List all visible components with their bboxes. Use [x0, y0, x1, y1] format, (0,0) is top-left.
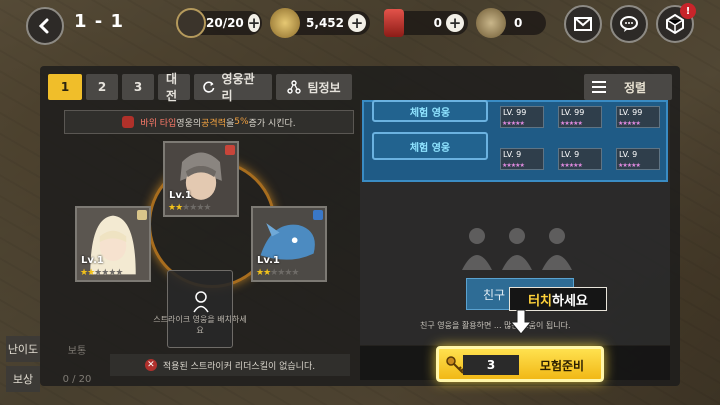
- hero-stars: ★★★★★★: [256, 268, 299, 278]
- buff-end: 증가 시킨다.: [248, 118, 296, 129]
- tab-hero-management[interactable]: 영웅관리: [194, 72, 272, 103]
- trial-hero-card[interactable]: LV. 99 ★★★★★: [500, 106, 544, 128]
- tab-team-3[interactable]: 3: [122, 74, 154, 100]
- type-icon: [137, 210, 147, 220]
- gold-coin-icon: [270, 8, 300, 38]
- trial-hero-card[interactable]: LV. 9 ★★★★★: [500, 148, 544, 170]
- buff-middle: 영웅의: [176, 118, 202, 129]
- tab-team-info-label: 팀정보: [307, 80, 341, 95]
- arrow-left-icon: [38, 18, 49, 34]
- ruby-plus-button[interactable]: +: [446, 14, 464, 32]
- mail-icon: [574, 17, 592, 31]
- tab-battle[interactable]: 대전: [158, 72, 190, 103]
- ready-count: 3: [463, 355, 519, 375]
- difficulty-value: 보통: [67, 345, 87, 357]
- gold-plus-button[interactable]: +: [348, 14, 366, 32]
- buff-stat: 공격력: [201, 118, 226, 129]
- refresh-icon: [203, 81, 215, 93]
- star-empty-icon: ★: [291, 268, 299, 278]
- reward-value: 0 / 20: [62, 373, 92, 385]
- trial-hero-card[interactable]: LV. 9 ★★★★★: [616, 148, 660, 170]
- hero-stars: ★★★★★★: [80, 268, 123, 278]
- medal-pill: 0: [476, 8, 546, 38]
- stamina-pill: 20/20 +: [176, 8, 262, 38]
- notification-badge: !: [680, 3, 696, 19]
- empty-hero-slot[interactable]: [167, 270, 233, 348]
- medal-value: 0: [514, 16, 523, 30]
- mail-button[interactable]: [564, 5, 602, 43]
- team-buff-bar: 바위 타입 영웅의 공격력 을 5% 증가 시킨다.: [64, 110, 354, 134]
- friend-button-label: 친구: [483, 287, 506, 302]
- friend-hint: 친구 영웅을 활용하면 ... 많은 도움이 됩니다.: [420, 321, 571, 330]
- leader-skill-text: 적용된 스트라이커 리더스킬이 없습니다.: [162, 361, 316, 372]
- hero-slot-right[interactable]: Lv.1 ★★★★★★: [251, 206, 327, 282]
- type-icon: [225, 145, 235, 155]
- stage-label: 1 - 1: [74, 11, 125, 32]
- sort-label: 정렬: [624, 80, 647, 95]
- stamina-plus-button[interactable]: +: [247, 14, 261, 32]
- person-icon: [193, 291, 209, 313]
- trial-hero-list: 체험 영웅 체험 영웅 LV. 99 ★★★★★ LV. 99 ★★★★★ LV. …: [362, 100, 668, 182]
- chat-button[interactable]: [610, 5, 648, 43]
- hero-level: Lv.1: [169, 190, 192, 201]
- gold-value: 5,452: [306, 16, 344, 30]
- team-icon: [287, 80, 302, 94]
- trial-hero-card[interactable]: LV. 99 ★★★★★: [616, 106, 660, 128]
- trial-hero-button-2[interactable]: 체험 영웅: [372, 132, 488, 160]
- quest-button[interactable]: !: [656, 3, 696, 43]
- top-bar: 1 - 1 20/20 + 5,452 + 0 + 0 !: [0, 0, 720, 46]
- person-silhouette-icon: [462, 228, 492, 270]
- hero-level: Lv.1: [81, 255, 104, 266]
- tab-team-1[interactable]: 1: [48, 74, 82, 100]
- leader-skill-bar: ✕ 적용된 스트라이커 리더스킬이 없습니다.: [110, 354, 350, 376]
- tooltip-highlight: 터치: [528, 293, 553, 309]
- trial-hero-card[interactable]: LV. 9 ★★★★★: [558, 148, 602, 170]
- person-silhouette-icon: [502, 228, 532, 270]
- tooltip-rest: 하세요: [552, 293, 588, 309]
- buff-suffix: 을: [225, 118, 235, 129]
- ruby-value: 0: [433, 16, 442, 30]
- buff-value: 5%: [234, 117, 249, 127]
- arrow-down-icon: [511, 310, 531, 334]
- team-tabs: 1 2 3 대전 영웅관리 팀정보: [48, 72, 352, 103]
- type-icon: [313, 210, 323, 220]
- medal-icon: [476, 8, 506, 38]
- ready-label: 모험준비: [539, 358, 585, 373]
- hero-stars: ★★★★★★: [168, 203, 211, 213]
- tab-team-2[interactable]: 2: [86, 74, 118, 100]
- stamina-value: 20/20: [206, 16, 244, 30]
- star-empty-icon: ★: [115, 268, 123, 278]
- touch-tooltip: 터치 하세요: [509, 287, 607, 311]
- adventure-ready-button[interactable]: 3 모험준비: [436, 346, 604, 382]
- person-silhouette-icon: [542, 228, 572, 270]
- reward-label: 보상: [6, 366, 40, 392]
- back-button[interactable]: [26, 7, 64, 45]
- ruby-icon: [384, 9, 404, 37]
- hero-slot-left[interactable]: Lv.1 ★★★★★★: [75, 206, 151, 282]
- ruby-pill: 0 +: [384, 9, 468, 37]
- gold-pill: 5,452 +: [270, 8, 370, 38]
- empty-slot-caption: 스트라이크 영웅을 배치하세요: [153, 315, 247, 335]
- tab-team-info[interactable]: 팀정보: [276, 74, 352, 100]
- close-icon: ✕: [144, 359, 157, 371]
- sort-button[interactable]: 정렬: [584, 74, 672, 100]
- buff-type: 바위 타입: [140, 118, 177, 129]
- star-empty-icon: ★: [203, 203, 211, 213]
- hero-slot-top[interactable]: Lv.1 ★★★★★★: [163, 141, 239, 217]
- hero-level: Lv.1: [257, 255, 280, 266]
- chat-icon: [620, 16, 638, 32]
- tab-hero-management-label: 영웅관리: [221, 72, 255, 103]
- menu-icon: [592, 81, 606, 93]
- stamina-icon: [176, 8, 206, 38]
- difficulty-label: 난이도: [6, 336, 40, 362]
- trial-hero-card[interactable]: LV. 99 ★★★★★: [558, 106, 602, 128]
- fist-icon: [122, 116, 135, 128]
- trial-hero-button-1[interactable]: 체험 영웅: [372, 100, 488, 122]
- key-icon: [446, 356, 464, 374]
